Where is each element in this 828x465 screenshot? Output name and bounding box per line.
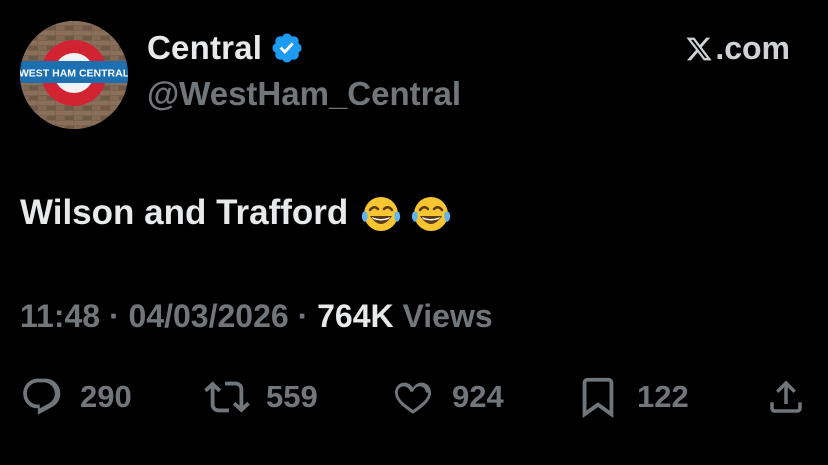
- author-name-row[interactable]: Central: [147, 28, 304, 68]
- avatar[interactable]: WEST HAM CENTRAL: [20, 21, 128, 129]
- verified-badge-icon: [272, 33, 302, 63]
- views-label: Views: [402, 298, 493, 334]
- reply-count: 290: [80, 379, 132, 414]
- heart-icon: [394, 382, 432, 414]
- author-display-name[interactable]: Central: [147, 29, 262, 67]
- repost-button[interactable]: 559: [204, 372, 318, 422]
- avatar-sign-text: WEST HAM CENTRAL: [20, 68, 128, 80]
- repost-count: 559: [266, 379, 318, 414]
- face-with-tears-of-joy-icon: [412, 197, 451, 231]
- x-brand-domain: .com: [715, 30, 790, 66]
- action-bar: 290 559 924 122: [0, 372, 828, 422]
- like-count: 924: [452, 379, 504, 414]
- share-button[interactable]: [765, 376, 807, 423]
- tweet-body: Wilson and Trafford: [20, 192, 452, 234]
- views-count: 764K: [317, 298, 394, 334]
- tweet-meta: 11:48 · 04/03/2026 · 764K Views: [20, 298, 493, 335]
- repost-icon: [204, 381, 250, 413]
- x-logo-icon: [686, 37, 712, 60]
- meta-separator: ·: [297, 298, 309, 334]
- face-with-tears-of-joy-icon: [362, 197, 401, 231]
- reply-icon: [23, 378, 61, 415]
- bookmark-icon: [582, 377, 614, 418]
- tweet-time[interactable]: 11:48: [20, 298, 100, 334]
- bookmark-count: 122: [637, 379, 689, 414]
- x-brand: .com: [685, 30, 790, 67]
- meta-separator: ·: [108, 298, 120, 334]
- like-button[interactable]: 924: [390, 372, 504, 422]
- tweet-date[interactable]: 04/03/2026: [129, 298, 289, 334]
- author-handle[interactable]: @WestHam_Central: [147, 75, 461, 113]
- tweet-text: Wilson and Trafford: [20, 193, 349, 232]
- bookmark-button[interactable]: 122: [575, 372, 689, 422]
- share-icon: [770, 380, 802, 413]
- reply-button[interactable]: 290: [20, 372, 132, 422]
